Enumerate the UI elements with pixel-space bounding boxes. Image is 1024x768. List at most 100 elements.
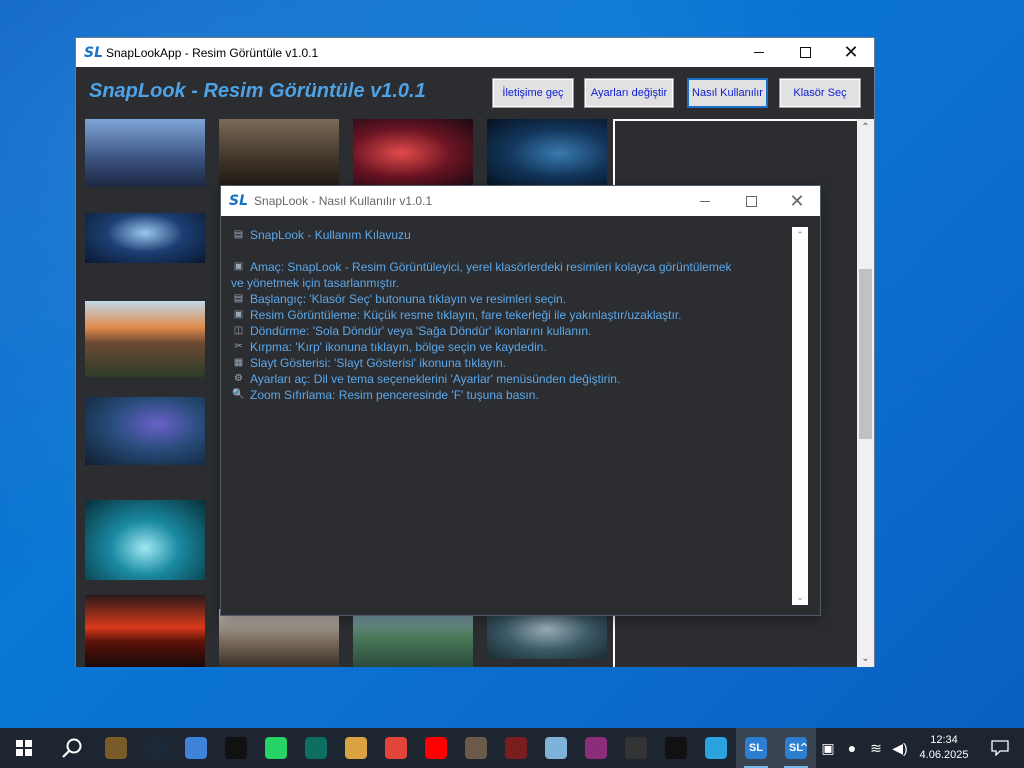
help-line: ⚙ Ayarları aç: Dil ve tema seçeneklerini … xyxy=(231,371,796,387)
help-line-text: Başlangıç: 'Klasör Seç' butonuna tıklayı… xyxy=(250,292,567,306)
chrome-icon[interactable] xyxy=(376,728,416,768)
help-scroll-down-icon[interactable]: ⌄ xyxy=(792,589,808,605)
scroll-up-arrow-icon[interactable]: ⌃ xyxy=(857,119,874,136)
howto-button[interactable]: Nasıl Kullanılır xyxy=(687,78,768,108)
help-line-text: Amaç: SnapLook - Resim Görüntüleyici, ye… xyxy=(250,260,732,274)
whatsapp-icon[interactable] xyxy=(256,728,296,768)
choose-folder-button[interactable]: Klasör Seç xyxy=(779,78,861,108)
thumbnail-image[interactable] xyxy=(219,119,339,187)
purpose-icon: ▣ xyxy=(233,261,244,272)
contact-button[interactable]: İletişime geç xyxy=(492,78,574,108)
windows-start-icon[interactable] xyxy=(0,728,48,768)
view-icon: ▣ xyxy=(233,309,244,320)
scrollbar-thumb[interactable] xyxy=(859,269,872,439)
chevron-up-icon[interactable]: ⌃ xyxy=(792,728,816,768)
thumbnail-image[interactable] xyxy=(85,595,205,667)
thumbnail-image[interactable] xyxy=(85,301,205,377)
paint-icon[interactable] xyxy=(336,728,376,768)
thumbnail-image[interactable] xyxy=(219,609,339,667)
help-line xyxy=(231,243,796,259)
obs-icon[interactable] xyxy=(216,728,256,768)
archive-icon-glyph xyxy=(585,737,607,759)
help-line-text: Slayt Gösterisi: 'Slayt Gösterisi' ikonu… xyxy=(250,356,507,370)
system-tray: ⌃ ▣ ● ≋ ◀) 12:34 4.06.2025 xyxy=(792,728,1024,768)
film-icon[interactable] xyxy=(96,728,136,768)
help-line: ▣ Amaç: SnapLook - Resim Görüntüleyici, y… xyxy=(231,259,796,275)
magnifier-icon: 🔍 xyxy=(232,389,245,400)
slideshow-icon: ▦ xyxy=(233,357,244,368)
help-titlebar[interactable]: SL SnapLook - Nasıl Kullanılır v1.0.1 ✕ xyxy=(221,186,820,216)
scroll-down-arrow-icon[interactable]: ⌄ xyxy=(857,650,874,667)
github-icon[interactable] xyxy=(656,728,696,768)
help-scrollbar[interactable]: ⌃ ⌄ xyxy=(792,227,808,605)
volume-icon[interactable]: ◀) xyxy=(888,728,912,768)
thumbnail-image[interactable] xyxy=(487,616,607,659)
help-minimize-button[interactable] xyxy=(682,187,728,216)
start-icon: ▤ xyxy=(233,293,244,304)
meet-icon[interactable]: ▣ xyxy=(816,728,840,768)
paint-icon-glyph xyxy=(345,737,367,759)
help-line: ▤ Başlangıç: 'Klasör Seç' butonuna tıklay… xyxy=(231,291,796,307)
help-line: 🔍 Zoom Sıfırlama: Resim penceresinde 'F' … xyxy=(231,387,796,403)
game-icon-glyph xyxy=(465,737,487,759)
thumbnail-image[interactable] xyxy=(85,119,205,187)
finder-icon-glyph xyxy=(185,737,207,759)
youtube-icon-glyph xyxy=(425,737,447,759)
notes-icon[interactable] xyxy=(536,728,576,768)
archive-icon[interactable] xyxy=(576,728,616,768)
gear-icon: ⚙ xyxy=(234,373,243,384)
wifi-icon[interactable]: ≋ xyxy=(864,728,888,768)
clock-time: 12:34 xyxy=(930,734,958,746)
help-line-text: Resim Görüntüleme: Küçük resme tıklayın,… xyxy=(250,308,682,322)
thumbnail-image[interactable] xyxy=(353,119,473,187)
thumbnail-image[interactable] xyxy=(85,213,205,263)
app-logo-icon: SL xyxy=(84,44,104,61)
help-line: ve yönetmek için tasarlanmıştır. xyxy=(231,275,796,291)
help-text: ▤ SnapLook - Kullanım Kılavuzu ▣ Amaç: Snap… xyxy=(231,227,796,602)
help-line-text: Zoom Sıfırlama: Resim penceresinde 'F' t… xyxy=(250,388,539,402)
help-close-button[interactable]: ✕ xyxy=(774,187,820,216)
tool-icon[interactable] xyxy=(616,728,656,768)
clock[interactable]: 12:34 4.06.2025 xyxy=(912,733,976,763)
finder-icon[interactable] xyxy=(176,728,216,768)
help-line: ✂ Kırpma: 'Kırp' ikonuna tıklayın, bölge … xyxy=(231,339,796,355)
thumbnail-image[interactable] xyxy=(85,397,205,465)
thumbnail-image[interactable] xyxy=(85,500,205,580)
help-line-text: SnapLook - Kullanım Kılavuzu xyxy=(250,228,411,242)
main-scrollbar[interactable]: ⌃ ⌄ xyxy=(857,119,874,667)
chrome-icon-glyph xyxy=(385,737,407,759)
steam-icon[interactable] xyxy=(136,728,176,768)
steam-icon-glyph xyxy=(145,737,167,759)
thumbnail-image[interactable] xyxy=(353,616,473,667)
thumbnail-image[interactable] xyxy=(487,119,607,187)
game-icon[interactable] xyxy=(456,728,496,768)
youtube-icon[interactable] xyxy=(416,728,456,768)
help-window-title: SnapLook - Nasıl Kullanılır v1.0.1 xyxy=(254,194,433,208)
eye-icon[interactable] xyxy=(496,728,536,768)
help-maximize-button[interactable] xyxy=(728,187,774,216)
telegram-icon[interactable] xyxy=(696,728,736,768)
eye-icon-glyph xyxy=(505,737,527,759)
snaplook-icon-glyph: SL xyxy=(745,737,767,759)
help-line-text: ve yönetmek için tasarlanmıştır. xyxy=(231,276,400,290)
clock-date: 4.06.2025 xyxy=(919,749,969,761)
settings-button[interactable]: Ayarları değiştir xyxy=(584,78,674,108)
maximize-button[interactable] xyxy=(782,38,828,67)
tool-icon-glyph xyxy=(625,737,647,759)
help-window: SL SnapLook - Nasıl Kullanılır v1.0.1 ✕ … xyxy=(220,185,821,616)
app-heading: SnapLook - Resim Görüntüle v1.0.1 xyxy=(89,80,426,102)
help-line: ▦ Slayt Gösterisi: 'Slayt Gösterisi' ikon… xyxy=(231,355,796,371)
snaplook-icon[interactable]: SL xyxy=(736,728,776,768)
main-titlebar[interactable]: SL SnapLookApp - Resim Görüntüle v1.0.1 … xyxy=(76,38,874,67)
terminal-icon[interactable] xyxy=(296,728,336,768)
help-logo-icon: SL xyxy=(229,193,249,209)
close-button[interactable]: ✕ xyxy=(828,38,874,67)
microphone-icon[interactable]: ● xyxy=(840,728,864,768)
search-icon[interactable] xyxy=(48,728,96,768)
book-icon: ▤ xyxy=(233,229,244,240)
notification-icon[interactable] xyxy=(976,728,1024,768)
scissors-icon: ✂ xyxy=(234,341,243,352)
minimize-button[interactable] xyxy=(736,38,782,67)
help-line-text: Kırpma: 'Kırp' ikonuna tıklayın, bölge s… xyxy=(250,340,547,354)
help-scroll-up-icon[interactable]: ⌃ xyxy=(792,227,808,243)
